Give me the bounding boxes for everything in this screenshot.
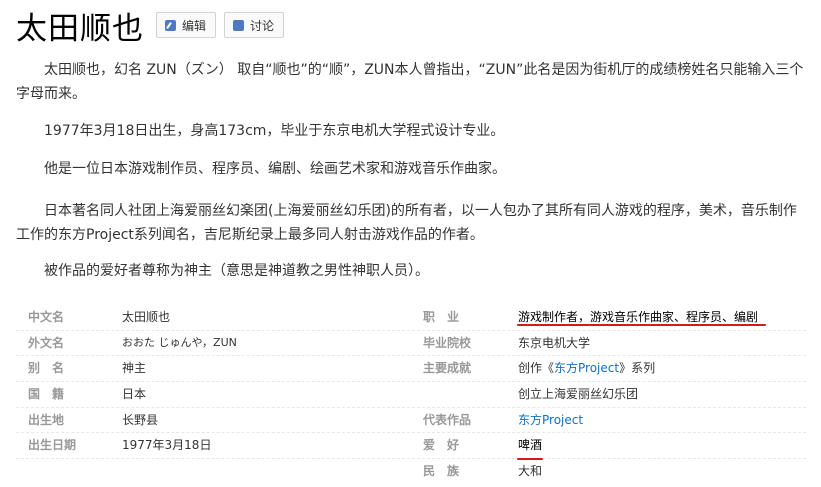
foreign-name-value: おおた じゅんや，ZUN: [122, 335, 237, 349]
nationality-value: 日本: [122, 387, 147, 402]
alma-mater-label: 毕业院校: [423, 335, 472, 350]
edit-button-label: 编辑: [182, 18, 207, 33]
achievements-label: 主要成就: [423, 361, 472, 376]
alias-value: 神主: [122, 361, 147, 376]
discuss-icon: [233, 15, 245, 31]
info-row: 别名 神主 主要成就 创作《东方Project》系列: [16, 356, 806, 383]
achievements-prefix: 创作《: [518, 361, 555, 376]
foreign-name-label: 外文名: [28, 335, 65, 350]
alma-mater-value: 东京电机大学: [518, 335, 591, 350]
ethnicity-value: 大和: [518, 464, 543, 479]
page-title: 太田顺也: [16, 10, 144, 47]
nationality-label: 国籍: [28, 387, 77, 402]
profession-paragraph: 他是一位日本游戏制作员、程序员、编剧、绘画艺术家和游戏音乐作曲家。: [44, 161, 506, 177]
title-row: 太田顺也 编辑 讨论: [16, 4, 285, 47]
info-row: 国籍 日本 创立上海爱丽丝幻乐团: [16, 382, 806, 408]
info-row: 民族 大和: [16, 459, 806, 484]
discuss-button-label: 讨论: [250, 18, 275, 33]
basic-info-table: 中文名 太田顺也 职业 游戏制作者，游戏音乐作曲家、程序员、编剧 外文名 おおた…: [16, 305, 806, 484]
occupation-label: 职业: [423, 310, 472, 324]
info-row: 中文名 太田顺也 职业 游戏制作者，游戏音乐作曲家、程序员、编剧: [16, 305, 806, 331]
touhou-project-link[interactable]: 东方Project: [554, 361, 619, 375]
hobby-value: 啤酒: [518, 438, 543, 453]
birthplace-label: 出生地: [28, 412, 65, 427]
representative-works-label: 代表作品: [423, 412, 472, 427]
nickname-paragraph: 被作品的爱好者尊称为神主（意思是神道教之男性神职人员）。: [44, 263, 429, 279]
intro-paragraph: 太田顺也，幻名 ZUN（ズン） 取自“顺也”的“顺”，ZUN本人曾指出，“ZUN…: [16, 62, 804, 102]
info-row: 外文名 おおた じゅんや，ZUN 毕业院校 东京电机大学: [16, 331, 806, 357]
occupation-red-underline: [517, 324, 766, 326]
birth-paragraph: 1977年3月18日出生，身高173cm，毕业于东京电机大学程式设计专业。: [44, 123, 505, 139]
chinese-name-value: 太田顺也: [122, 310, 171, 324]
representative-works-link[interactable]: 东方Project: [518, 408, 583, 432]
edit-icon: [165, 19, 176, 31]
chinese-name-label: 中文名: [28, 310, 65, 324]
alias-label: 别名: [28, 361, 77, 376]
info-row: 出生日期 1977年3月18日 爱好 啤酒: [16, 433, 806, 460]
hobby-label: 爱好: [423, 438, 472, 453]
info-row: 出生地 长野县 代表作品 东方Project: [16, 408, 806, 434]
discuss-button[interactable]: 讨论: [224, 12, 285, 38]
achievements-value: 创作《东方Project》系列: [518, 356, 655, 380]
achievements-suffix: 》系列: [619, 361, 656, 376]
achievements-value-2: 创立上海爱丽丝幻乐团: [518, 387, 639, 402]
birth-date-value: 1977年3月18日: [122, 438, 212, 453]
edit-button[interactable]: 编辑: [156, 12, 217, 38]
birthplace-value: 长野县: [122, 412, 159, 427]
birth-date-label: 出生日期: [28, 438, 77, 453]
ethnicity-label: 民族: [423, 464, 472, 479]
circle-paragraph: 日本著名同人社团上海爱丽丝幻楽团(上海爱丽丝幻乐团)的所有者，以一人包办了其所有…: [16, 203, 797, 243]
hobby-red-underline: [517, 458, 543, 460]
